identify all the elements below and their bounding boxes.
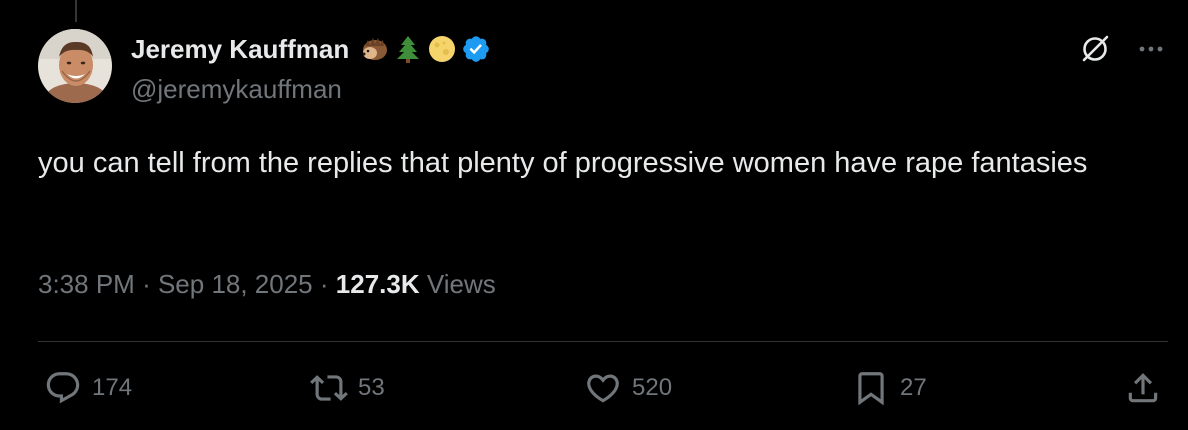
full-moon-emoji-icon — [427, 34, 457, 64]
action-bar: 174 53 520 27 — [44, 369, 1162, 413]
divider — [38, 341, 1168, 342]
avatar-photo — [38, 29, 112, 103]
author-display-name[interactable]: Jeremy Kauffman — [131, 34, 349, 65]
thread-connector-line — [75, 0, 77, 22]
bookmark-button[interactable]: 27 — [852, 369, 927, 407]
like-count: 520 — [632, 374, 673, 401]
repost-icon — [310, 375, 348, 401]
like-button[interactable]: 520 — [584, 369, 672, 407]
tweet-date[interactable]: Sep 18, 2025 — [158, 269, 313, 299]
bookmark-count: 27 — [900, 374, 927, 401]
more-options-icon[interactable] — [1134, 32, 1168, 66]
name-emoji-group — [359, 34, 457, 64]
author-handle[interactable]: @jeremykauffman — [131, 74, 342, 105]
reply-count: 174 — [92, 374, 133, 401]
share-button[interactable] — [1124, 369, 1162, 407]
repost-button[interactable]: 53 — [310, 369, 385, 407]
top-actions — [1078, 32, 1168, 66]
tweet-time[interactable]: 3:38 PM — [38, 269, 135, 299]
bookmark-icon — [858, 372, 884, 406]
share-icon — [1128, 373, 1158, 403]
reply-icon — [46, 372, 80, 404]
reply-button[interactable]: 174 — [44, 369, 132, 407]
meta-separator: · — [319, 269, 336, 299]
grok-icon[interactable] — [1078, 32, 1112, 66]
avatar[interactable] — [38, 29, 112, 103]
verified-badge-icon[interactable] — [461, 34, 491, 64]
evergreen-tree-emoji-icon — [393, 34, 423, 64]
meta-separator: · — [142, 269, 158, 299]
hedgehog-emoji-icon — [359, 34, 389, 64]
tweet-meta: 3:38 PM · Sep 18, 2025 · 127.3K Views — [38, 269, 496, 300]
like-icon — [587, 374, 619, 403]
views-count[interactable]: 127.3K — [336, 269, 420, 299]
views-label: Views — [426, 269, 496, 299]
repost-count: 53 — [358, 374, 385, 401]
author-name-row: Jeremy Kauffman — [131, 31, 491, 67]
tweet-text: you can tell from the replies that plent… — [38, 147, 1088, 179]
